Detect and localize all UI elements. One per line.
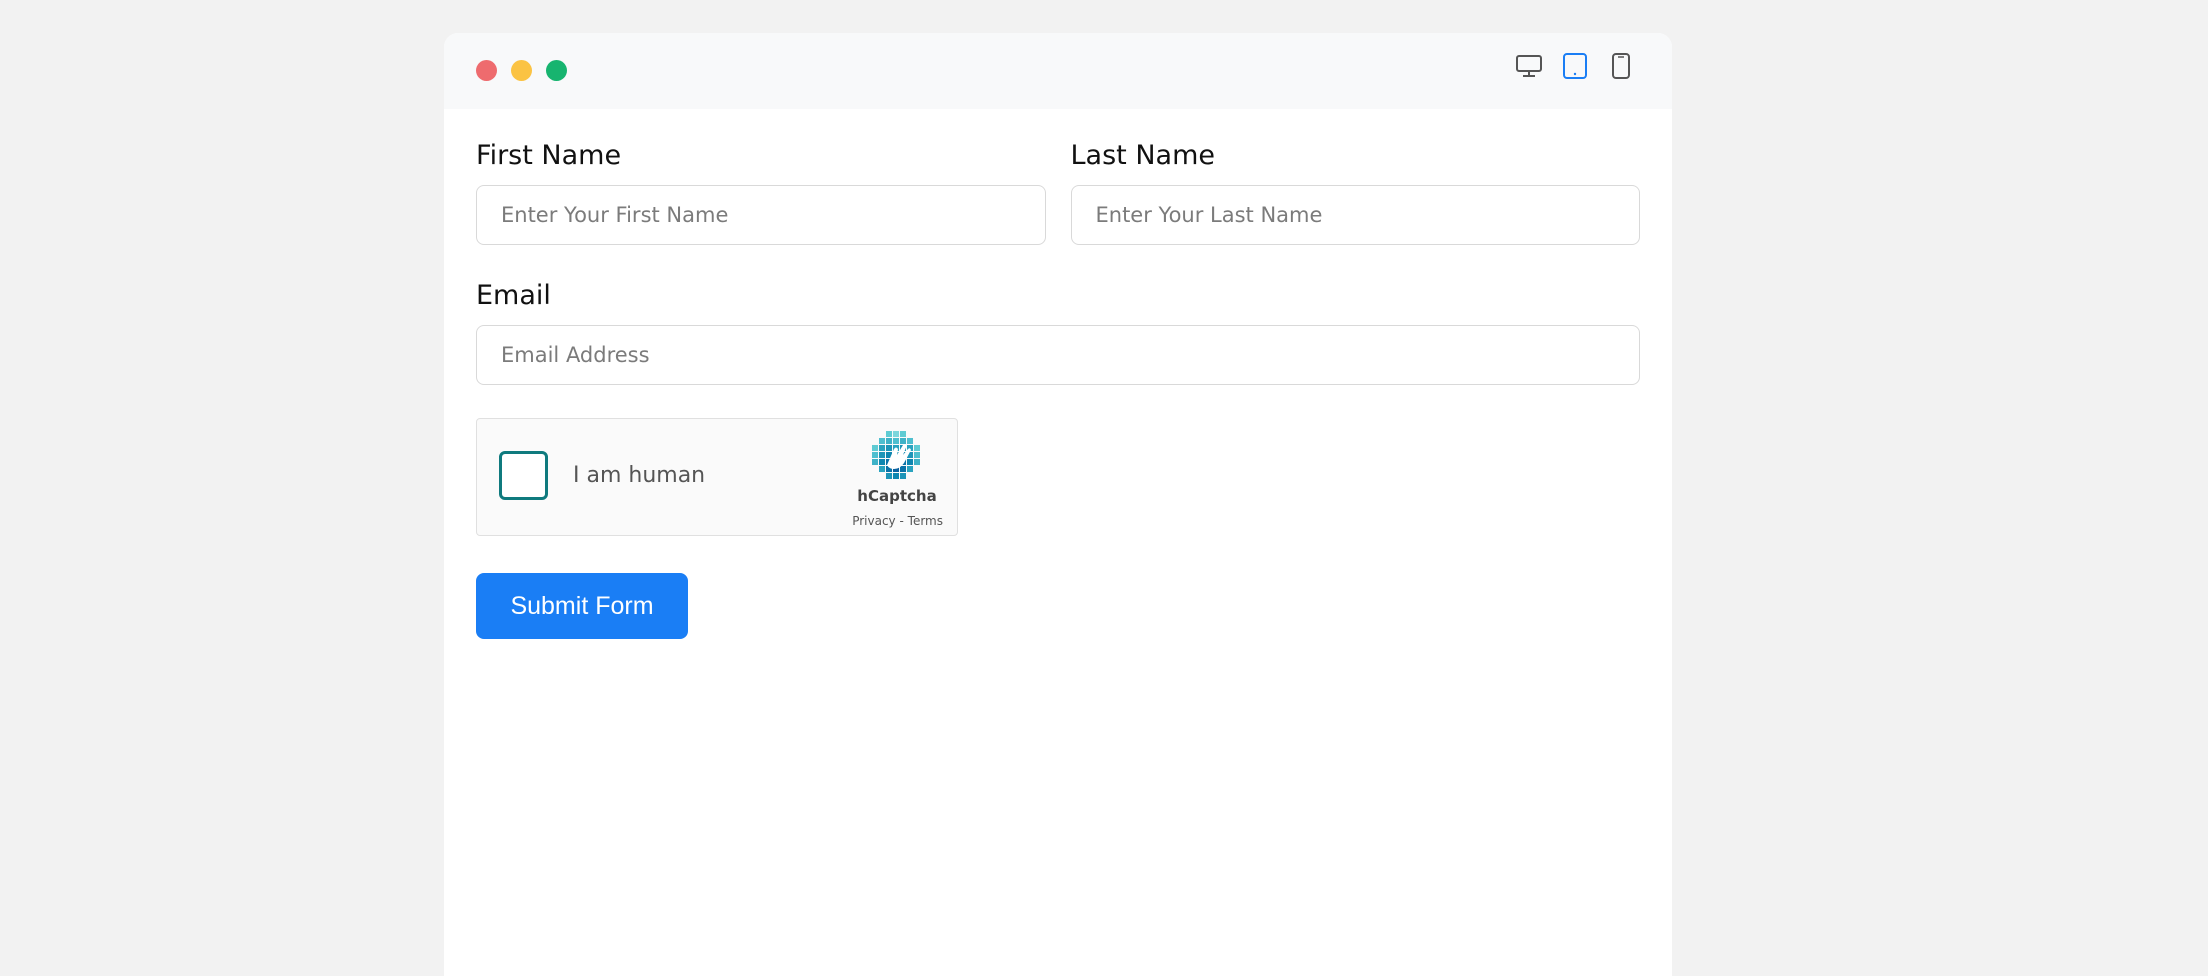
email-label: Email (476, 280, 551, 311)
minimize-window-button[interactable] (511, 60, 532, 81)
tablet-icon[interactable] (1560, 51, 1590, 81)
last-name-input[interactable] (1070, 185, 1640, 245)
mobile-icon[interactable] (1606, 51, 1636, 81)
captcha-checkbox[interactable] (499, 451, 548, 500)
desktop-icon[interactable] (1514, 51, 1544, 81)
name-row: First Name Last Name (476, 109, 1640, 245)
maximize-window-button[interactable] (546, 60, 567, 81)
email-input[interactable] (476, 325, 1640, 385)
captcha-privacy-link[interactable]: Privacy (852, 514, 895, 528)
submit-form-button[interactable]: Submit Form (476, 573, 688, 639)
captcha-label: I am human (573, 463, 706, 488)
browser-window: First Name Last Name Email I am human (444, 33, 1672, 976)
signup-form: First Name Last Name Email I am human (476, 109, 1640, 639)
first-name-group: First Name (476, 109, 1046, 245)
last-name-label: Last Name (1070, 140, 1215, 171)
first-name-label: First Name (476, 140, 622, 171)
captcha-link-separator: - (899, 514, 904, 528)
hcaptcha-widget: I am human hCaptcha Privacy - Terms (476, 418, 958, 536)
last-name-group: Last Name (1070, 109, 1640, 245)
first-name-input[interactable] (476, 185, 1046, 245)
captcha-brand: hCaptcha (857, 487, 937, 505)
email-group: Email (476, 245, 1640, 385)
captcha-links: Privacy - Terms (852, 514, 943, 528)
hcaptcha-logo-icon (872, 431, 920, 479)
title-bar (444, 33, 1672, 109)
captcha-terms-link[interactable]: Terms (908, 514, 943, 528)
close-window-button[interactable] (476, 60, 497, 81)
device-preview-toggles (1514, 51, 1636, 81)
